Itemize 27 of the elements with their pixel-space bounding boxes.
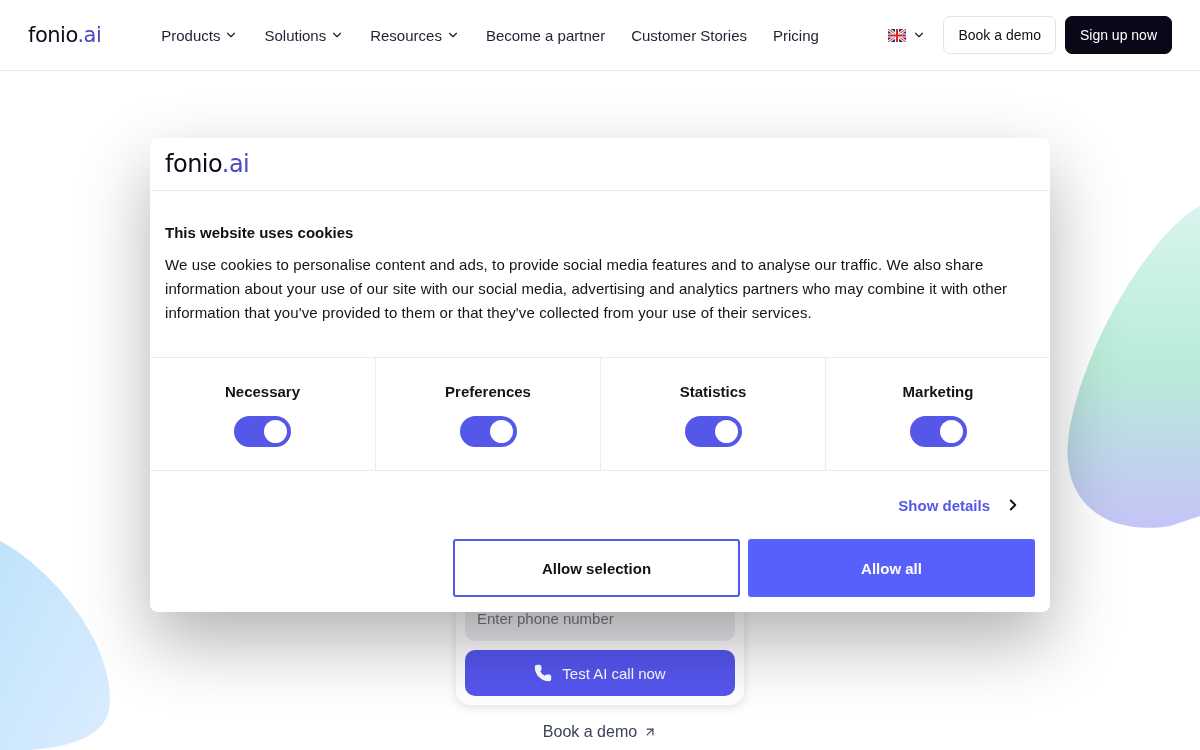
logo[interactable]: fonio.ai (165, 150, 250, 178)
nav-link[interactable]: Solutions (264, 26, 345, 44)
category-label: Preferences (445, 383, 531, 400)
toggle-switch[interactable] (684, 416, 742, 447)
nav-link[interactable]: Customer Stories (631, 26, 747, 44)
logo[interactable]: fonio.ai (28, 23, 102, 47)
show-details-link[interactable]: Show details (898, 496, 1022, 514)
allow-all-button[interactable]: Allow all (748, 539, 1035, 597)
dialog-text: We use cookies to personalise content and ads, to provide social media features and to analyse our traffic. We also share information about your use of our site with our social media, advertising and analytics partners who may combine it with other information that you've provided to them or that they've collected from your use of their services. (165, 255, 1009, 323)
phone-icon (534, 664, 553, 682)
nav-link[interactable]: Pricing (773, 26, 819, 44)
toggle-switch[interactable] (459, 416, 517, 447)
category-label: Marketing (902, 383, 974, 400)
dialog-title: This website uses cookies (165, 224, 355, 241)
sign-up-button[interactable]: Sign up now (1064, 16, 1172, 54)
toggle-switch[interactable] (234, 416, 291, 447)
nav-link[interactable]: Become a partner (485, 26, 606, 44)
allow-selection-button[interactable]: Allow selection (453, 539, 740, 597)
nav-link[interactable]: Products (161, 26, 239, 44)
flag-icon (888, 28, 907, 42)
nav-link[interactable]: Resources (370, 26, 460, 44)
book-demo-link[interactable]: Book a demo (542, 723, 658, 741)
category-label: Necessary (224, 383, 301, 400)
test-call-button[interactable]: Test AI call now (465, 650, 735, 696)
book-demo-button[interactable]: Book a demo (943, 16, 1056, 54)
category-label: Statistics (679, 383, 747, 400)
toggle-switch[interactable] (909, 416, 967, 447)
